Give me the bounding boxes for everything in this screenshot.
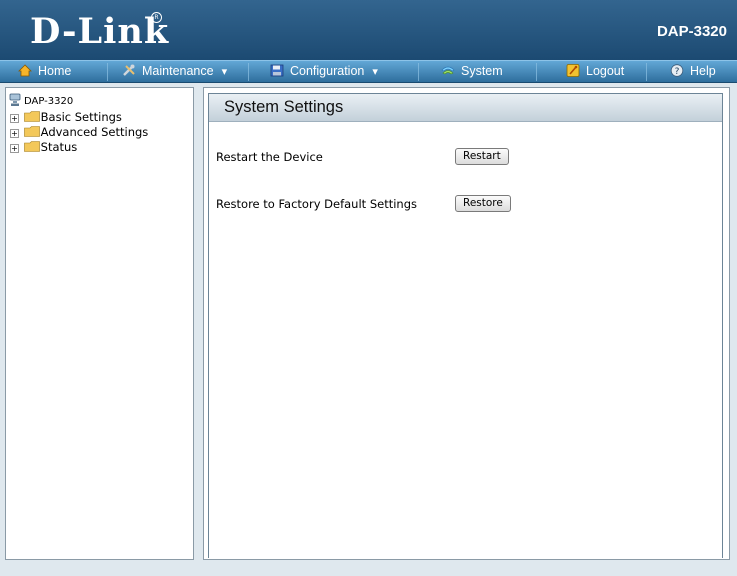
home-icon — [18, 64, 32, 77]
nav-system-label: System — [461, 64, 503, 78]
tree-root-device[interactable]: DAP-3320 — [9, 93, 73, 109]
folder-icon — [23, 111, 40, 122]
nav-divider — [536, 63, 537, 81]
system-icon — [441, 66, 455, 75]
expand-icon[interactable]: + — [10, 114, 19, 123]
top-navigation: Home Maintenance ▾ Configuration ▾ System … — [0, 60, 737, 83]
nav-home-label: Home — [38, 64, 72, 78]
nav-divider — [107, 63, 108, 81]
tree-item-label: Advanced Settings — [40, 125, 149, 139]
help-icon: ? — [670, 64, 684, 77]
navigation-tree: DAP-3320 + Basic Settings + Advanced Set… — [5, 87, 194, 560]
svg-text:?: ? — [675, 67, 680, 77]
nav-divider — [248, 63, 249, 81]
nav-help-label: Help — [690, 64, 716, 78]
nav-home[interactable]: Home — [18, 61, 71, 82]
expand-icon[interactable]: + — [10, 144, 19, 153]
save-disk-icon — [270, 64, 284, 77]
registered-trademark-icon: R — [151, 12, 162, 23]
restore-button[interactable]: Restore — [455, 195, 511, 212]
nav-help[interactable]: ? Help — [670, 61, 716, 82]
configuration-dropdown-icon: ▾ — [372, 66, 378, 78]
dlink-logo: D-Link — [30, 11, 170, 52]
tools-icon — [123, 64, 135, 76]
nav-divider — [646, 63, 647, 81]
maintenance-dropdown-icon: ▾ — [221, 66, 228, 78]
nav-system[interactable]: System — [441, 61, 503, 82]
restore-label: Restore to Factory Default Settings — [216, 197, 417, 211]
expand-icon[interactable]: + — [10, 129, 19, 138]
nav-logout-label: Logout — [586, 64, 625, 78]
tree-item-label: Status — [40, 140, 78, 154]
device-model: DAP-3320 — [656, 23, 727, 40]
tree-item-status[interactable]: + Status — [10, 140, 77, 155]
nav-maintenance[interactable]: Maintenance ▾ — [122, 61, 227, 82]
logout-icon — [566, 64, 580, 77]
tree-root-label: DAP-3320 — [24, 96, 74, 107]
restart-label: Restart the Device — [216, 150, 323, 164]
footer-bar — [0, 560, 737, 576]
nav-configuration-label: Configuration — [290, 64, 365, 78]
folder-icon — [23, 126, 40, 137]
device-icon — [9, 93, 21, 106]
nav-maintenance-label: Maintenance — [142, 64, 214, 78]
restart-button[interactable]: Restart — [455, 148, 509, 165]
tree-item-basic-settings[interactable]: + Basic Settings — [10, 110, 122, 125]
nav-divider — [418, 63, 419, 81]
tree-item-label: Basic Settings — [40, 110, 122, 124]
nav-logout[interactable]: Logout — [566, 61, 624, 82]
folder-icon — [23, 141, 40, 152]
system-settings-panel: System Settings Restart the Device Resta… — [208, 93, 723, 558]
tree-item-advanced-settings[interactable]: + Advanced Settings — [10, 125, 148, 140]
nav-configuration[interactable]: Configuration ▾ — [270, 61, 378, 82]
page-title: System Settings — [209, 94, 722, 122]
main-content: System Settings Restart the Device Resta… — [203, 87, 730, 560]
header-bar: D-Link R DAP-3320 — [0, 0, 737, 60]
